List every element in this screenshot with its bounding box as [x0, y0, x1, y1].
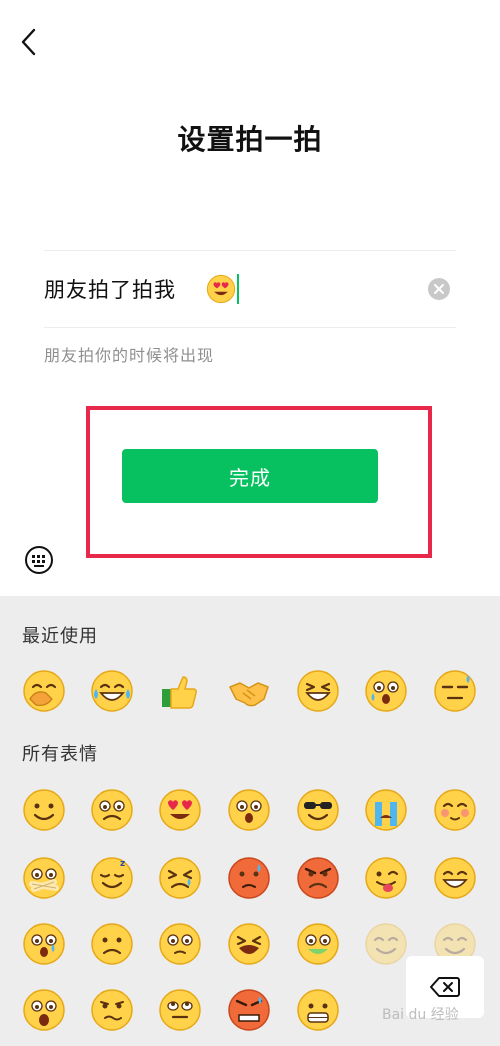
sleepy-emoji-icon[interactable]: z — [90, 856, 134, 900]
sick-emoji-icon[interactable] — [296, 922, 340, 966]
faded-1-emoji-icon[interactable] — [364, 922, 408, 966]
wow-sweat-emoji-icon[interactable] — [364, 669, 408, 713]
cry-loud-emoji-icon[interactable] — [364, 788, 408, 832]
frown-emoji-icon[interactable] — [90, 922, 134, 966]
settings-page: 设置拍一拍 朋友拍了拍我 朋友拍你的时候将出现 完成 — [0, 0, 500, 596]
tongue-wink-emoji-icon[interactable] — [364, 856, 408, 900]
thumbs-up-emoji-icon[interactable] — [158, 669, 202, 713]
pat-text-input[interactable]: 朋友拍了拍我 — [44, 251, 456, 327]
anguish-emoji-icon[interactable] — [227, 922, 271, 966]
annotation-highlight-box — [86, 406, 432, 558]
grin-emoji-icon[interactable] — [433, 856, 477, 900]
confused-emoji-icon[interactable] — [90, 988, 134, 1032]
recent-section-label: 最近使用 — [22, 626, 98, 647]
shy-emoji-icon[interactable] — [433, 788, 477, 832]
text-caret — [237, 274, 239, 304]
awkward-emoji-icon[interactable] — [227, 856, 271, 900]
grimace-emoji-icon[interactable] — [296, 988, 340, 1032]
all-section-label: 所有表情 — [22, 744, 98, 765]
keyboard-icon — [25, 546, 53, 574]
pleading-emoji-icon[interactable] — [158, 922, 202, 966]
smile-emoji-icon[interactable] — [22, 788, 66, 832]
facepalm-emoji-icon[interactable] — [22, 669, 66, 713]
tears-of-joy-emoji-icon[interactable] — [90, 669, 134, 713]
rolling-eyes-emoji-icon[interactable] — [158, 988, 202, 1032]
stunned-emoji-icon[interactable] — [227, 788, 271, 832]
backspace-icon — [430, 977, 460, 997]
unamused-sweat-emoji-icon[interactable] — [433, 669, 477, 713]
heart-eyes-emoji-icon — [206, 274, 236, 304]
cool-emoji-icon[interactable] — [296, 788, 340, 832]
shush-emoji-icon[interactable] — [22, 856, 66, 900]
input-hint: 朋友拍你的时候将出现 — [44, 346, 215, 365]
page-title: 设置拍一拍 — [177, 123, 323, 156]
rage-emoji-icon[interactable] — [227, 988, 271, 1032]
chevron-left-icon — [21, 28, 36, 56]
keyboard-toggle-button[interactable] — [24, 545, 54, 575]
worried-emoji-icon[interactable] — [90, 788, 134, 832]
grin-squint-emoji-icon[interactable] — [296, 669, 340, 713]
heart-eyes-emoji-icon[interactable] — [158, 788, 202, 832]
handshake-emoji-icon[interactable] — [227, 669, 271, 713]
input-value: 朋友拍了拍我 — [44, 278, 176, 302]
clear-icon — [434, 284, 444, 294]
svg-text:z: z — [120, 859, 125, 869]
scared-emoji-icon[interactable] — [22, 922, 66, 966]
frustrated-emoji-icon[interactable] — [158, 856, 202, 900]
watermark: Bai du 经验 — [382, 1007, 459, 1023]
shocked-emoji-icon[interactable] — [22, 988, 66, 1032]
divider — [44, 327, 456, 328]
angry-emoji-icon[interactable] — [296, 856, 340, 900]
back-button[interactable] — [14, 26, 46, 58]
clear-input-button[interactable] — [428, 278, 450, 300]
